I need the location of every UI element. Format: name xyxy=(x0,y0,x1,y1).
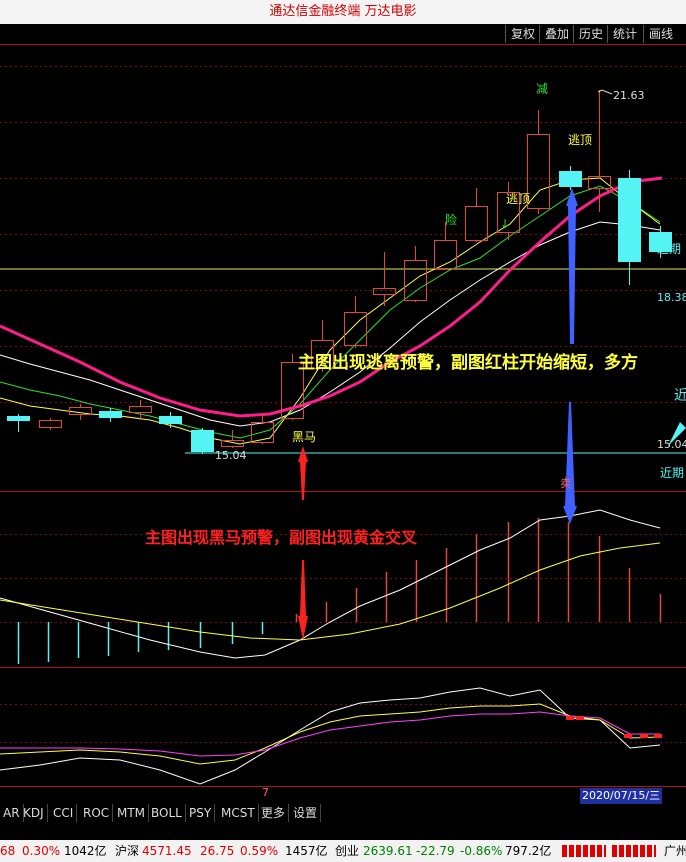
tab-cci[interactable]: CCI xyxy=(50,804,78,822)
partial-label-2: 近期 xyxy=(660,466,684,480)
fuquan-button[interactable]: 复权 xyxy=(505,25,540,43)
cursor-date: 2020/07/15/三 xyxy=(580,788,663,804)
kd-yellow-line xyxy=(0,703,661,765)
tab-mtm[interactable]: MTM xyxy=(114,804,150,822)
idx2-amount: 1457亿 xyxy=(285,844,328,858)
candle xyxy=(373,252,396,306)
tab-mcst[interactable]: MCST xyxy=(218,804,259,822)
candle xyxy=(129,400,152,420)
signal-taoding-2: 逃顶 xyxy=(506,192,530,206)
stock-chart[interactable]: 21.63 18.38 15.04 15.04 近期 近期 近 减 逃顶 逃顶 … xyxy=(0,44,686,804)
signal-taoding-1: 逃顶 xyxy=(568,133,592,147)
history-button[interactable]: 历史 xyxy=(573,25,608,43)
ma-pink-line xyxy=(0,176,663,418)
candle xyxy=(191,428,214,454)
market-breadth-icon-2 xyxy=(612,845,656,857)
high-price-label: 21.63 xyxy=(613,89,645,102)
signal-jian: 减 xyxy=(536,82,548,96)
statistics-button[interactable]: 统计 xyxy=(607,25,642,43)
candle xyxy=(559,166,582,190)
draw-line-button[interactable]: 画线 xyxy=(643,25,678,43)
low-price-label: 15.04 xyxy=(215,449,247,462)
high-price-pointer xyxy=(597,89,613,95)
tab-psy[interactable]: PSY xyxy=(186,804,216,822)
red-markers xyxy=(566,716,662,738)
blue-arrow-lower xyxy=(563,402,577,524)
idx3-amount: 797.2亿 xyxy=(505,844,552,858)
idx3-name[interactable]: 创业 xyxy=(335,840,359,862)
candle xyxy=(434,222,457,270)
candle xyxy=(7,414,30,432)
idx3-value: 2639.61 xyxy=(363,844,413,858)
grid-lines xyxy=(0,66,686,743)
partial-label-1: 近期 xyxy=(657,242,681,256)
signal-heima: 黑马 xyxy=(292,430,316,444)
partial-label-3: 近 xyxy=(674,388,686,404)
signal-sub-marker: 卖 xyxy=(560,477,571,490)
region-label: 广州 xyxy=(664,844,686,858)
chart-toolbar: 复权 叠加 历史 统计 画线 xyxy=(0,24,686,44)
kd-white-line xyxy=(0,687,661,785)
tab-more[interactable]: 更多 xyxy=(258,804,290,822)
candle xyxy=(221,430,244,448)
ma-yellow-line xyxy=(0,177,661,445)
candle xyxy=(527,110,550,214)
idx2-change: 26.75 xyxy=(200,844,235,858)
market-breadth-icon xyxy=(562,845,606,857)
window-title: 通达信金融终端 万达电影 xyxy=(0,0,686,24)
candle xyxy=(344,296,367,348)
overlay-button[interactable]: 叠加 xyxy=(539,25,574,43)
tab-boll[interactable]: BOLL xyxy=(148,804,186,822)
idx2-pct: 0.59% xyxy=(240,844,279,858)
page-marker: 7 xyxy=(262,786,269,799)
right-price-label: 18.38 xyxy=(657,291,686,304)
candle xyxy=(39,418,62,430)
idx1-amount: 1042亿 xyxy=(64,844,107,858)
annotation-top: 主图出现逃离预警，副图红柱开始缩短，多方 xyxy=(298,352,638,373)
annotation-bottom: 主图出现黑马预警，副图出现黄金交叉 xyxy=(145,528,418,547)
candle xyxy=(618,170,641,285)
idx2-value: 4571.45 xyxy=(142,844,192,858)
tab-settings[interactable]: 设置 xyxy=(290,804,322,822)
indicator-tab-bar: AR KDJ CCI ROC MTM BOLL PSY MCST 更多 设置 7… xyxy=(0,786,686,822)
green-down-arrow: ↓ xyxy=(500,217,510,231)
tab-roc[interactable]: ROC xyxy=(80,804,114,822)
market-status-bar: 68 0.30% 1042亿 沪深 4571.45 26.75 0.59% 14… xyxy=(0,840,686,862)
red-arrow-lower xyxy=(298,560,308,640)
idx2-name[interactable]: 沪深 xyxy=(115,840,139,862)
candle xyxy=(465,188,488,242)
signal-xian: 险 xyxy=(445,212,457,227)
candle xyxy=(159,412,182,428)
idx1-pct: 0.30% xyxy=(22,844,61,858)
idx3-change: -22.79 xyxy=(416,844,455,858)
kd-magenta-line xyxy=(0,711,660,757)
right-price-label-2: 15.04 xyxy=(657,438,686,451)
idx1-value: 68 xyxy=(0,844,16,858)
tab-kdj[interactable]: KDJ xyxy=(20,804,48,822)
idx3-pct: -0.86% xyxy=(460,844,503,858)
